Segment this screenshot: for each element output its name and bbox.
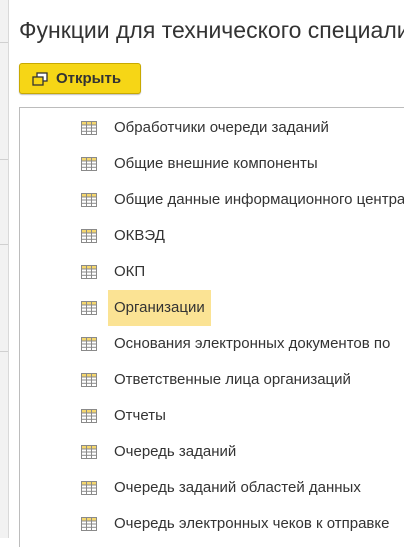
list-item[interactable]: Очередь электронных чеков к отправке xyxy=(20,506,404,542)
open-form-icon xyxy=(32,71,48,86)
table-icon xyxy=(81,409,97,423)
list-item-label: ОКВЭД xyxy=(114,227,165,244)
table-icon xyxy=(81,121,97,135)
list-item-label: ОКП xyxy=(114,263,146,280)
list-item-label: Очередь заданий областей данных xyxy=(114,479,361,496)
list-item[interactable]: Очередь заданий xyxy=(20,434,404,470)
list-item[interactable]: Организации xyxy=(20,290,404,326)
background-window-edge xyxy=(0,0,9,538)
table-icon xyxy=(81,373,97,387)
table-icon xyxy=(81,337,97,351)
list-item[interactable]: ОКП xyxy=(20,254,404,290)
list-item-label: Ответственные лица организаций xyxy=(114,371,351,388)
list-item-label: Очередь электронных чеков к отправке xyxy=(114,515,390,532)
table-icon xyxy=(81,301,97,315)
table-icon xyxy=(81,193,97,207)
list-item[interactable]: ОКВЭД xyxy=(20,218,404,254)
list-item[interactable]: Обработчики очереди заданий xyxy=(20,110,404,146)
list-item[interactable]: Ответственные лица организаций xyxy=(20,362,404,398)
list-item-label: Отчеты xyxy=(114,407,166,424)
list-item[interactable]: Отчеты xyxy=(20,398,404,434)
table-icon xyxy=(81,157,97,171)
list-item-label: Основания электронных документов по xyxy=(114,335,391,352)
list-item[interactable]: Общие данные информационного центра xyxy=(20,182,404,218)
list-item[interactable]: Общие внешние компоненты xyxy=(20,146,404,182)
list-item[interactable]: Очередь заданий областей данных xyxy=(20,470,404,506)
open-button-label: Открыть xyxy=(56,70,122,87)
window-title: Функции для технического специалиста xyxy=(19,17,404,43)
list-item-label: Обработчики очереди заданий xyxy=(114,119,329,136)
functions-list[interactable]: Обработчики очереди заданий Общие внешние… xyxy=(19,107,404,547)
list-item-label: Общие данные информационного центра xyxy=(114,191,404,208)
list-item-label: Организации xyxy=(108,290,211,326)
list-item-label: Очередь заданий xyxy=(114,443,237,460)
list-item[interactable]: Основания электронных документов по xyxy=(20,326,404,362)
table-icon xyxy=(81,265,97,279)
table-icon xyxy=(81,481,97,495)
open-button[interactable]: Открыть xyxy=(19,63,141,94)
list-item-label: Общие внешние компоненты xyxy=(114,155,318,172)
table-icon xyxy=(81,229,97,243)
table-icon xyxy=(81,445,97,459)
table-icon xyxy=(81,517,97,531)
